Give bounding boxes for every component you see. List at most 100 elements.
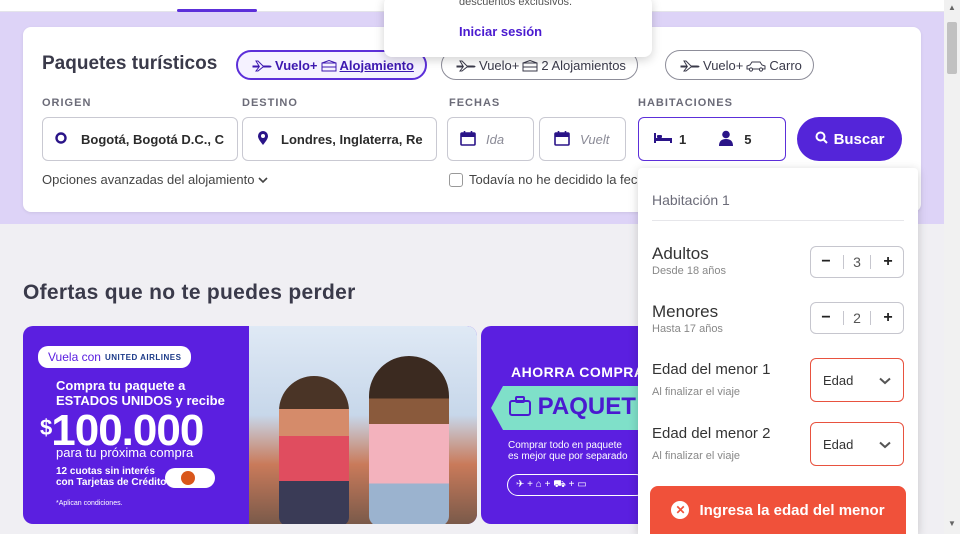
airline-tag-label: Vuela con (48, 350, 101, 364)
fine-print: *Aplican condiciones. (56, 500, 123, 507)
divider (870, 255, 872, 269)
undecided-dates-label: Todavía no he decidido la fec (469, 172, 638, 187)
package-promo-banner[interactable]: AHORRA COMPRA PAQUET Comprar todo en paq… (481, 326, 641, 524)
tab-label-a: Vuelo (479, 57, 512, 73)
banner-line: Compra tu paquete a (56, 378, 186, 393)
dates-label: FECHAS (449, 97, 501, 109)
divider (870, 311, 872, 325)
airline-tag: Vuela con UNITED AIRLINES (38, 346, 192, 368)
rooms-label: HABITACIONES (638, 97, 733, 109)
departure-placeholder: Ida (486, 131, 505, 147)
destination-field[interactable]: Londres, Inglaterra, Re (242, 117, 437, 161)
scrollbar-thumb[interactable] (947, 22, 957, 74)
minor-age-label: Edad del menor 1 (652, 361, 771, 378)
package-icons-pill: ✈ + ⌂ + ⛟ + ▭ (507, 474, 641, 496)
bed-icon (653, 132, 673, 147)
banner2-text-line: Comprar todo en paquete (508, 440, 622, 451)
room-heading: Habitación 1 (652, 192, 730, 208)
installments-line: con Tarjetas de Crédito (56, 477, 167, 488)
divider (842, 255, 844, 269)
minor-1-age-select[interactable]: Edad (810, 358, 904, 402)
minor-age-sub: Al finalizar el viaje (652, 386, 741, 398)
hotel-icon (321, 58, 337, 73)
tab-label-a: Vuelo (703, 57, 736, 73)
search-icon (815, 131, 828, 148)
tab-plus: + (511, 57, 520, 73)
calendar-icon (554, 130, 570, 149)
banner2-line: AHORRA COMPRA (511, 364, 641, 380)
minus-icon[interactable]: − (819, 309, 833, 327)
banner2-headline-text: PAQUET (537, 393, 636, 420)
banner2-text-line: es mejor que por separado (508, 451, 628, 462)
person-icon (718, 130, 734, 149)
rooms-count: 1 (679, 131, 687, 147)
tab-plus: + (735, 57, 744, 73)
guests-count: 5 (744, 131, 752, 147)
scroll-up-icon[interactable]: ▲ (948, 3, 956, 12)
close-circle-icon: ✕ (671, 501, 690, 519)
car-icon (746, 58, 766, 73)
chevron-down-icon (879, 373, 891, 388)
bank-logo (165, 468, 215, 488)
united-promo-banner[interactable]: Vuela con UNITED AIRLINES Compra tu paqu… (23, 326, 477, 524)
tab-label-b: Carro (769, 57, 802, 73)
adults-label: Adultos (652, 244, 709, 263)
origin-field[interactable]: Bogotá, Bogotá D.C., C (42, 117, 238, 161)
plane-icon (680, 58, 700, 73)
error-button-label: Ingresa la edad del menor (699, 501, 885, 519)
person-figure (369, 356, 449, 524)
minor-age-error-button[interactable]: ✕ Ingresa la edad del menor (650, 486, 906, 534)
return-placeholder: Vuelt (580, 131, 610, 147)
location-pin-icon (257, 130, 269, 149)
origin-value: Bogotá, Bogotá D.C., C (81, 131, 224, 147)
page-scrollbar[interactable]: ▲ ▼ (944, 0, 960, 534)
person-figure (279, 376, 349, 524)
installments-line: 12 cuotas sin interés (56, 466, 155, 477)
tab-flight-car[interactable]: Vuelo + Carro (665, 50, 814, 80)
plus-icon[interactable]: + (881, 309, 895, 327)
plane-icon (456, 58, 476, 73)
minor-2-age-select[interactable]: Edad (810, 422, 904, 466)
currency-symbol: $ (40, 415, 52, 440)
tab-label-b: 2 Alojamientos (541, 57, 626, 73)
age-select-value: Edad (823, 372, 854, 388)
chevron-down-icon (258, 172, 268, 187)
advanced-options-label: Opciones avanzadas del alojamiento (42, 172, 255, 187)
search-button-label: Buscar (833, 130, 885, 148)
origin-circle-icon (55, 131, 67, 147)
minors-stepper: − 2 + (810, 302, 904, 334)
rooms-guests-field[interactable]: 1 5 (638, 117, 786, 161)
airline-logo: UNITED AIRLINES (104, 352, 182, 362)
age-select-value: Edad (823, 436, 854, 452)
plus-icon[interactable]: + (881, 253, 895, 271)
checkbox-box[interactable] (449, 172, 463, 187)
tab-plus: + (309, 57, 318, 73)
minors-sub: Hasta 17 años (652, 323, 723, 335)
search-button[interactable]: Buscar (797, 117, 902, 161)
login-link[interactable]: Iniciar sesión (459, 24, 542, 39)
banner-installments: 12 cuotas sin interés con Tarjetas de Cr… (56, 466, 166, 488)
return-date-field[interactable]: Vuelt (539, 117, 626, 161)
scroll-down-icon[interactable]: ▼ (948, 519, 956, 528)
tooltip-text: descuentos exclusivos. (459, 0, 573, 8)
offers-title: Ofertas que no te puedes perder (23, 281, 356, 304)
advanced-options-toggle[interactable]: Opciones avanzadas del alojamiento (42, 172, 268, 187)
divider (652, 220, 904, 221)
destination-value: Londres, Inglaterra, Re (281, 131, 423, 147)
minor-age-label: Edad del menor 2 (652, 425, 771, 442)
banner-line: para tu próxima compra (56, 445, 194, 460)
plane-icon (252, 58, 272, 73)
destination-label: DESTINO (242, 97, 298, 109)
minor-age-sub: Al finalizar el viaje (652, 450, 741, 462)
adults-stepper: − 3 + (810, 246, 904, 278)
tab-label-b: Alojamiento (339, 57, 414, 73)
departure-date-field[interactable]: Ida (447, 117, 534, 161)
banner2-headline: PAQUET (509, 393, 636, 421)
minors-label: Menores (652, 302, 719, 321)
promo-photo (249, 326, 477, 524)
undecided-dates-checkbox[interactable]: Todavía no he decidido la fec (449, 172, 637, 187)
minus-icon[interactable]: − (819, 253, 833, 271)
calendar-icon (460, 130, 476, 149)
divider (842, 311, 844, 325)
banner2-text: Comprar todo en paquete es mejor que por… (508, 440, 628, 462)
